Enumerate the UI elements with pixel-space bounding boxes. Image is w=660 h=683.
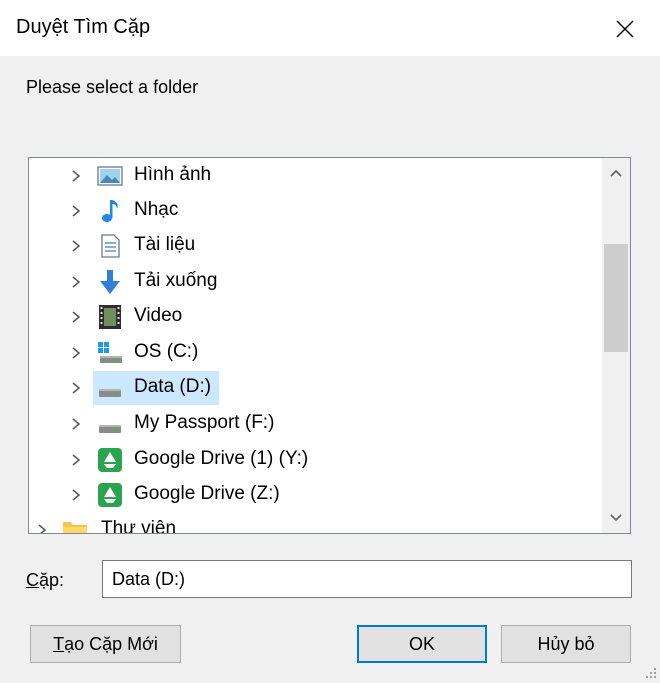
scroll-down-button[interactable] — [602, 503, 630, 533]
chevron-down-icon — [610, 514, 622, 522]
tree-item-drive-c[interactable]: OS (C:) — [29, 336, 603, 370]
title-bar: Duyệt Tìm Cặp — [0, 0, 660, 56]
tree-item-libraries[interactable]: Thư viện — [29, 513, 603, 534]
resize-grip-icon[interactable] — [645, 667, 657, 679]
tree-item-label: Tải xuống — [134, 270, 218, 291]
scroll-up-button[interactable] — [602, 158, 630, 188]
folder-label: Cặp: — [26, 570, 64, 591]
chevron-right-icon[interactable] — [69, 239, 83, 253]
documents-icon — [101, 234, 120, 258]
folder-label-text: ặp: — [39, 570, 65, 590]
library-folder-icon — [63, 522, 87, 533]
folder-input[interactable] — [102, 560, 632, 598]
window-title: Duyệt Tìm Cặp — [16, 16, 151, 38]
tree-item-drive-d[interactable]: Data (D:) — [29, 371, 603, 405]
video-icon — [99, 305, 121, 329]
vertical-scrollbar[interactable] — [602, 158, 630, 533]
chevron-right-icon[interactable] — [69, 310, 83, 324]
tree-item-label: Google Drive (Z:) — [134, 483, 280, 504]
chevron-right-icon[interactable] — [69, 417, 83, 431]
tree-item-drive-f[interactable]: My Passport (F:) — [29, 407, 603, 441]
chevron-right-icon[interactable] — [69, 453, 83, 467]
scroll-thumb[interactable] — [604, 244, 628, 352]
music-icon — [102, 200, 118, 222]
tree-item-video[interactable]: Video — [29, 300, 603, 334]
tree-item-label: Data (D:) — [134, 376, 212, 397]
tree-item-label: Video — [134, 305, 183, 326]
ok-button[interactable]: OK — [357, 625, 487, 663]
folder-tree[interactable]: Hình ảnh Nhạc Tài liệu Tải xuống Video O… — [28, 157, 631, 534]
tree-item-drive-y[interactable]: Google Drive (1) (Y:) — [29, 443, 603, 477]
tree-item-music[interactable]: Nhạc — [29, 194, 603, 228]
new-folder-label: ạo Cặp Mới — [64, 633, 158, 654]
chevron-right-icon[interactable] — [69, 275, 83, 289]
pictures-icon — [97, 166, 123, 186]
chevron-up-icon — [610, 169, 622, 177]
tree-item-drive-z[interactable]: Google Drive (Z:) — [29, 478, 603, 512]
tree-item-label: Google Drive (1) (Y:) — [134, 448, 309, 469]
tree-item-label: Thư viện — [101, 518, 177, 534]
chevron-right-icon[interactable] — [69, 346, 83, 360]
tree-item-label: Tài liệu — [134, 234, 196, 255]
tree-item-documents[interactable]: Tài liệu — [29, 229, 603, 263]
chevron-right-icon[interactable] — [69, 169, 83, 183]
new-folder-mnemonic: T — [53, 633, 65, 654]
drive-icon — [99, 389, 121, 397]
downloads-icon — [100, 270, 120, 294]
tree-item-downloads[interactable]: Tải xuống — [29, 265, 603, 299]
tree-item-label: OS (C:) — [134, 341, 199, 362]
chevron-right-icon[interactable] — [69, 488, 83, 502]
close-icon — [616, 20, 634, 38]
cancel-button[interactable]: Hủy bỏ — [501, 625, 631, 663]
google-drive-icon — [98, 483, 122, 507]
tree-item-label: My Passport (F:) — [134, 412, 275, 433]
windows-drive-icon — [98, 342, 122, 363]
tree-item-label: Hình ảnh — [134, 164, 212, 185]
google-drive-icon — [98, 448, 122, 472]
drive-icon — [99, 425, 121, 433]
instruction-text: Please select a folder — [26, 77, 199, 97]
folder-label-mnemonic: C — [26, 570, 39, 590]
tree-item-pictures[interactable]: Hình ảnh — [29, 159, 603, 193]
tree-item-label: Nhạc — [134, 199, 179, 220]
chevron-right-icon[interactable] — [69, 204, 83, 218]
chevron-right-icon[interactable] — [35, 523, 49, 534]
close-button[interactable] — [605, 12, 645, 46]
new-folder-button[interactable]: Tạo Cặp Mới — [30, 625, 181, 663]
chevron-right-icon[interactable] — [69, 381, 83, 395]
